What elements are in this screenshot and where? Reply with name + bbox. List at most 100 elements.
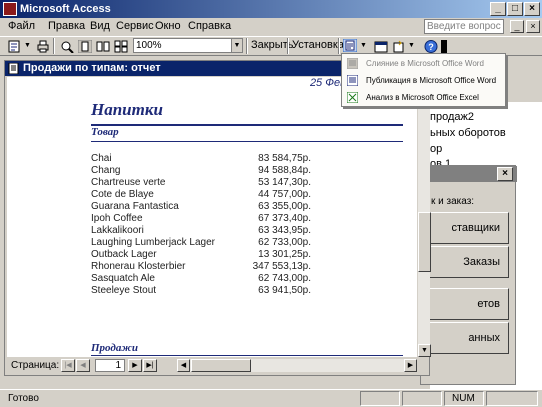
product-name: Cote de Blaye	[91, 189, 154, 200]
multiple-pages-icon[interactable]	[114, 40, 128, 53]
new-object-dropdown-icon[interactable]: ▼	[408, 42, 415, 49]
doc-minimize-button[interactable]: _	[510, 20, 524, 33]
last-page-icon[interactable]: ▶|	[143, 359, 157, 372]
table-row: Lakkalikoori 63 343,95р.	[91, 225, 311, 237]
category-header: Напитки	[91, 100, 163, 119]
zoom-icon[interactable]	[60, 40, 74, 53]
table-row: Ipoh Coffee 67 373,40р.	[91, 213, 311, 225]
num-lock-indicator: NUM	[452, 393, 475, 404]
next-page-icon[interactable]: ▶	[128, 359, 142, 372]
status-bar: Готово NUM	[0, 389, 542, 407]
table-row: Sasquatch Ale 62 743,00р.	[91, 273, 311, 285]
page-navigation-bar: Страница: |◀ ◀ 1 ▶ ▶| ◀ ▶	[5, 357, 429, 375]
product-sales: 44 757,00р.	[258, 189, 311, 200]
svg-text:?: ?	[428, 42, 434, 52]
section-divider	[91, 355, 403, 356]
product-name: Laughing Lumberjack Lager	[91, 237, 215, 248]
zoom-value: 100%	[136, 40, 162, 51]
product-sales: 63 343,95р.	[258, 225, 311, 236]
vertical-scrollbar[interactable]: ▲ ▼	[417, 77, 431, 357]
product-name: Chang	[91, 165, 121, 176]
menu-file[interactable]: Файл	[8, 20, 35, 32]
menu-view[interactable]: Вид	[90, 20, 110, 32]
menu-service[interactable]: Сервис	[116, 20, 154, 32]
two-pages-icon[interactable]	[96, 40, 110, 53]
scroll-thumb[interactable]	[418, 212, 431, 272]
table-row: Cote de Blaye 44 757,00р.	[91, 189, 311, 201]
horizontal-scrollbar[interactable]: ◀ ▶	[177, 359, 417, 372]
hscroll-thumb[interactable]	[191, 359, 251, 372]
table-row: Chai 83 584,75р.	[91, 153, 311, 165]
prev-page-icon[interactable]: ◀	[76, 359, 90, 372]
next-section-header: Продажи	[91, 342, 138, 354]
subheader-divider	[91, 141, 403, 142]
product-sales: 347 553,13р.	[252, 261, 311, 272]
chevron-down-icon[interactable]: ▼	[231, 39, 242, 52]
db-list-item[interactable]: ьных оборотов	[430, 127, 506, 139]
one-page-icon[interactable]	[78, 40, 92, 53]
switchboard-close-button[interactable]: ×	[497, 167, 513, 181]
product-name: Chai	[91, 153, 112, 164]
report-window-title: Продажи по типам: отчет	[23, 62, 161, 74]
menu-help[interactable]: Справка	[188, 20, 231, 32]
db-list-item[interactable]: продаж2	[430, 111, 474, 123]
header-divider	[91, 124, 403, 126]
menu-edit[interactable]: Правка	[48, 20, 85, 32]
product-name: Ipoh Coffee	[91, 213, 143, 224]
product-sales: 13 301,25р.	[258, 249, 311, 260]
first-page-icon[interactable]: |◀	[61, 359, 75, 372]
orders-button[interactable]: Заказы	[427, 246, 509, 278]
product-sales: 53 147,30р.	[258, 177, 311, 188]
table-row: Chartreuse verte 53 147,30р.	[91, 177, 311, 189]
help-question-input[interactable]: Введите вопрос	[424, 19, 504, 34]
help-icon[interactable]: ?	[424, 40, 438, 53]
product-name: Rhonerau Klosterbier	[91, 261, 186, 272]
menu-item-word-publish[interactable]: Публикация в Microsoft Office Word	[342, 72, 505, 89]
access-app-window: Microsoft Access _ □ × Файл Правка Вид С…	[0, 0, 542, 407]
maximize-button[interactable]: □	[507, 2, 523, 16]
product-sales: 83 584,75р.	[258, 153, 311, 164]
product-name: Steeleye Stout	[91, 285, 157, 296]
view-dropdown-arrow-icon[interactable]: ▼	[24, 42, 31, 49]
zoom-select[interactable]: 100% ▼	[133, 38, 243, 53]
view-icon[interactable]	[8, 40, 22, 53]
page-label: Страница:	[11, 360, 60, 371]
doc-close-button[interactable]: ×	[526, 20, 540, 33]
reports-button[interactable]: етов	[427, 288, 509, 320]
data-button[interactable]: анных	[427, 322, 509, 354]
column-header-product: Товар	[91, 126, 119, 138]
product-name: Sasquatch Ale	[91, 273, 155, 284]
product-sales-list: Chai 83 584,75р. Chang 94 588,84р. Chartre…	[91, 153, 311, 297]
report-preview-window: Продажи по типам: отчет 25 Февраль 2004 …	[4, 60, 431, 376]
product-sales: 63 355,00р.	[258, 201, 311, 212]
table-row: Guarana Fantastica 63 355,00р.	[91, 201, 311, 213]
office-links-dropdown-icon[interactable]: ▼	[360, 42, 367, 49]
db-list-item[interactable]: ор	[430, 143, 442, 155]
close-app-button[interactable]: ×	[524, 2, 540, 16]
page-number-input[interactable]: 1	[95, 359, 125, 372]
scroll-down-icon[interactable]: ▼	[418, 344, 431, 357]
database-window-icon[interactable]	[374, 40, 388, 53]
print-icon[interactable]	[36, 40, 50, 53]
switchboard-caption: к и заказ:	[431, 196, 475, 207]
new-object-icon[interactable]	[392, 40, 406, 53]
suppliers-button[interactable]: ставщики	[427, 212, 509, 244]
access-logo-icon	[3, 2, 17, 16]
minimize-button[interactable]: _	[490, 2, 506, 16]
word-publish-icon	[347, 75, 358, 86]
product-name: Outback Lager	[91, 249, 157, 260]
scroll-right-icon[interactable]: ▶	[404, 359, 417, 372]
office-links-menu: Слияние в Microsoft Office Word Публикац…	[341, 53, 506, 107]
menu-window[interactable]: Окно	[155, 20, 181, 32]
toolbar-options-icon[interactable]	[441, 40, 447, 53]
menu-item-excel-analyze[interactable]: Анализ в Microsoft Office Excel	[342, 89, 505, 106]
product-sales: 62 733,00р.	[258, 237, 311, 248]
menu-item-word-merge[interactable]: Слияние в Microsoft Office Word	[342, 55, 505, 72]
office-links-icon[interactable]	[343, 39, 357, 52]
product-name: Lakkalikoori	[91, 225, 144, 236]
excel-analyze-icon	[347, 92, 358, 103]
scroll-left-icon[interactable]: ◀	[177, 359, 190, 372]
product-name: Chartreuse verte	[91, 177, 166, 188]
page-setup-button[interactable]: Установка	[292, 39, 344, 51]
word-merge-icon	[347, 58, 358, 69]
